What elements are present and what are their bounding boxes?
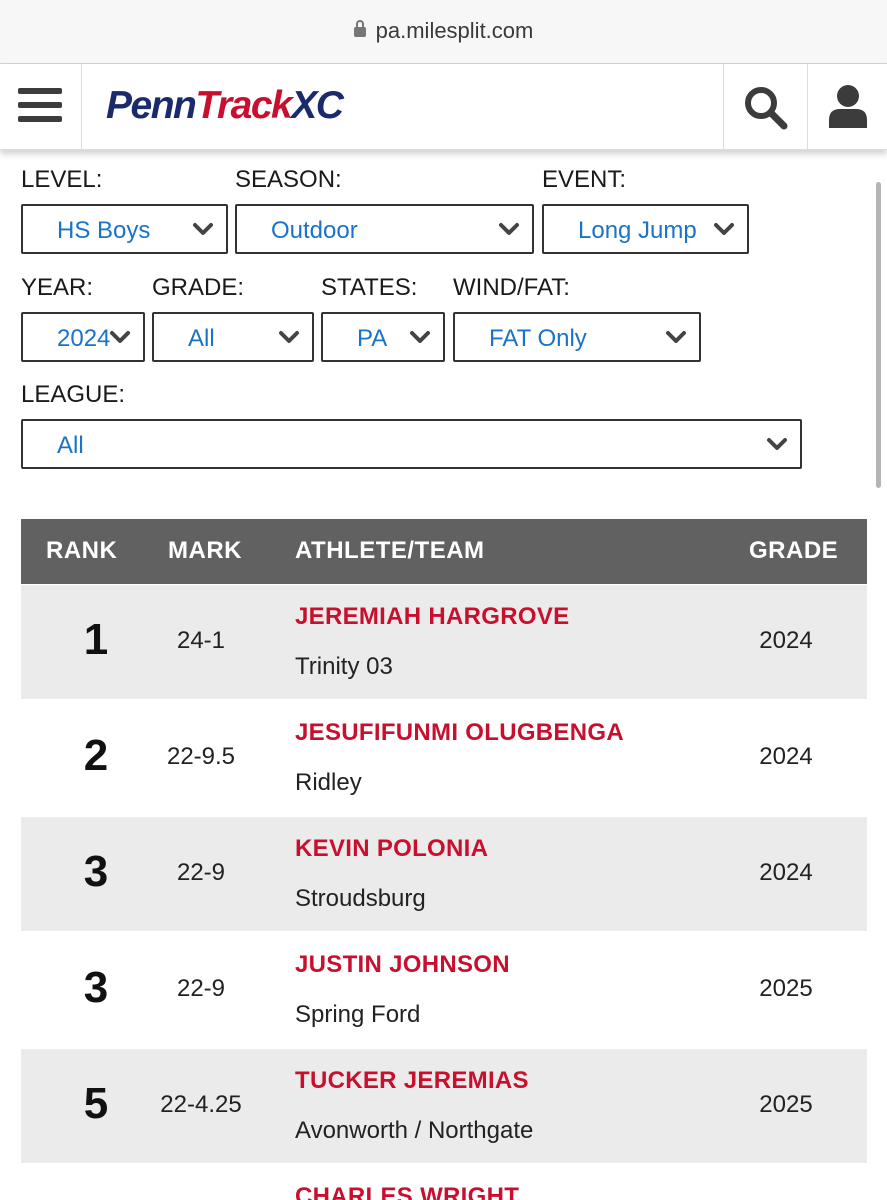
chevron-down-icon xyxy=(279,331,299,343)
mark-cell[interactable]: 22-9.5 xyxy=(141,743,261,771)
account-button[interactable] xyxy=(807,64,887,150)
rank-cell: 3 xyxy=(83,963,109,1012)
table-row: 1 24-1 JEREMIAH HARGROVE Trinity 03 2024 xyxy=(21,585,867,699)
chevron-down-icon xyxy=(499,223,519,235)
url-text: pa.milesplit.com xyxy=(375,18,534,43)
rankings-table-header: RANK MARK ATHLETE/TEAM GRADE xyxy=(21,519,867,584)
site-header: PennTrackXC xyxy=(0,64,887,150)
wind-fat-label: WIND/FAT: xyxy=(453,274,570,301)
year-label: YEAR: xyxy=(21,274,94,301)
states-select[interactable]: PA xyxy=(321,312,445,362)
grade-label: GRADE: xyxy=(152,274,245,301)
grade-cell: 2024 xyxy=(759,859,813,886)
menu-button[interactable] xyxy=(0,64,82,150)
table-row: 2 22-9.5 JESUFIFUNMI OLUGBENGA Ridley 20… xyxy=(21,701,867,815)
rank-column-header[interactable]: RANK xyxy=(46,537,117,565)
season-label: SEASON: xyxy=(235,166,342,193)
rank-cell: 2 xyxy=(83,731,109,780)
team-link[interactable]: Stroudsburg xyxy=(295,885,426,913)
grade-cell: 2024 xyxy=(759,627,813,654)
team-link[interactable]: Avonworth / Northgate xyxy=(295,1117,533,1145)
chevron-down-icon xyxy=(714,223,734,235)
level-label: LEVEL: xyxy=(21,166,103,193)
team-link[interactable]: Spring Ford xyxy=(295,1001,420,1029)
grade-cell: 2024 xyxy=(759,743,813,770)
team-link[interactable]: Trinity 03 xyxy=(295,653,393,681)
level-select[interactable]: HS Boys xyxy=(21,204,228,254)
mark-column-header[interactable]: MARK xyxy=(168,537,242,565)
season-value: Outdoor xyxy=(271,217,358,244)
mark-cell[interactable]: 24-1 xyxy=(141,627,261,655)
url-display[interactable]: pa.milesplit.com xyxy=(0,18,887,44)
wind-fat-select[interactable]: FAT Only xyxy=(453,312,701,362)
wind-fat-value: FAT Only xyxy=(489,325,587,352)
event-label: EVENT: xyxy=(542,166,627,193)
table-row: 5 22-4.25 TUCKER JEREMIAS Avonworth / No… xyxy=(21,1049,867,1163)
lock-icon xyxy=(353,20,366,37)
level-value: HS Boys xyxy=(57,217,151,244)
page-scrollbar[interactable] xyxy=(876,182,881,488)
league-label: LEAGUE: xyxy=(21,381,126,408)
athlete-link[interactable]: JUSTIN JOHNSON xyxy=(295,951,510,979)
league-value: All xyxy=(57,432,84,459)
year-select[interactable]: 2024 xyxy=(21,312,145,362)
rank-cell: 3 xyxy=(83,847,109,896)
athlete-link[interactable]: KEVIN POLONIA xyxy=(295,835,488,863)
states-label: STATES: xyxy=(321,274,418,301)
table-row: 3 22-9 JUSTIN JOHNSON Spring Ford 2025 xyxy=(21,933,867,1047)
athlete-link[interactable]: JESUFIFUNMI OLUGBENGA xyxy=(295,719,624,747)
chevron-down-icon xyxy=(410,331,430,343)
team-link[interactable]: Ridley xyxy=(295,769,362,797)
athlete-column-header[interactable]: ATHLETE/TEAM xyxy=(295,537,485,565)
search-icon xyxy=(745,87,788,130)
rank-cell: 5 xyxy=(83,1079,109,1128)
grade-cell: 2025 xyxy=(759,1091,813,1118)
mark-cell[interactable]: 22-9 xyxy=(141,859,261,887)
search-button[interactable] xyxy=(723,64,807,150)
season-select[interactable]: Outdoor xyxy=(235,204,534,254)
event-select[interactable]: Long Jump xyxy=(542,204,749,254)
mark-cell[interactable]: 22-4.25 xyxy=(141,1091,261,1119)
chevron-down-icon xyxy=(110,331,130,343)
chevron-down-icon xyxy=(666,331,686,343)
athlete-link[interactable]: JEREMIAH HARGROVE xyxy=(295,603,569,631)
league-select[interactable]: All xyxy=(21,419,802,469)
hamburger-icon xyxy=(18,88,62,124)
athlete-link[interactable]: CHARLES WRIGHT xyxy=(295,1183,519,1200)
event-value: Long Jump xyxy=(578,217,697,244)
table-row: 3 22-9 KEVIN POLONIA Stroudsburg 2024 xyxy=(21,817,867,931)
grade-value: All xyxy=(188,325,215,352)
chevron-down-icon xyxy=(193,223,213,235)
grade-column-header[interactable]: GRADE xyxy=(749,537,838,565)
rank-cell: 1 xyxy=(83,615,109,664)
mark-cell[interactable]: 22-9 xyxy=(141,975,261,1003)
year-value: 2024 xyxy=(57,325,111,352)
chevron-down-icon xyxy=(767,438,787,450)
athlete-link[interactable]: TUCKER JEREMIAS xyxy=(295,1067,529,1095)
user-icon xyxy=(829,85,867,128)
grade-cell: 2025 xyxy=(759,975,813,1002)
states-value: PA xyxy=(357,325,388,352)
browser-url-bar[interactable]: pa.milesplit.com xyxy=(0,0,887,64)
table-row: CHARLES WRIGHT xyxy=(21,1165,867,1200)
grade-select[interactable]: All xyxy=(152,312,314,362)
site-logo[interactable]: PennTrackXC xyxy=(106,84,344,128)
